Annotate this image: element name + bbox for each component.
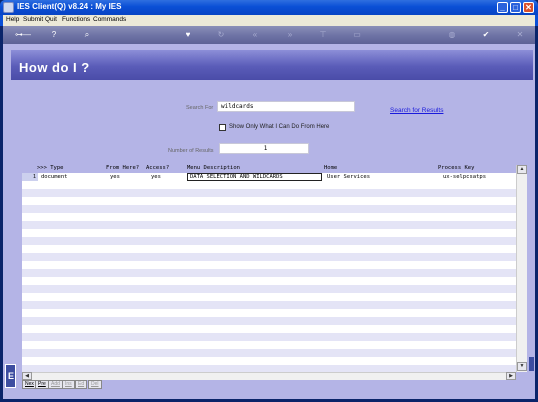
table-row[interactable] [22,341,516,349]
table-row[interactable] [22,229,516,237]
menu-bar: Help Submit Quit Functions Commands [0,15,538,26]
table-row[interactable] [22,349,516,357]
scroll-right-icon[interactable]: ▶ [506,372,516,380]
forward-icon[interactable]: » [285,30,295,40]
table-row[interactable] [22,189,516,197]
table-row[interactable] [22,285,516,293]
table-row[interactable] [22,317,516,325]
menu-commands[interactable]: Commands [93,16,126,23]
window-title: IES Client(Q) v8.24 : My IES [17,2,122,11]
vertical-scrollbar[interactable]: ▲ ▼ [516,165,527,372]
horizontal-scrollbar[interactable]: ◀ ▶ [22,372,516,380]
row-number: 1 [22,173,38,181]
table-row[interactable] [22,197,516,205]
add-button[interactable]: Add [48,380,63,389]
page-header: How do I ? [11,50,533,80]
delete-button[interactable]: Del [88,380,102,389]
menu-quit[interactable]: Quit [45,16,57,23]
menu-functions[interactable]: Functions [62,16,90,23]
col-menu-description[interactable]: Menu Description [187,165,240,171]
search-results-link[interactable]: Search for Results [390,107,443,114]
show-only-label: Show Only What I Can Do From Here [229,124,330,130]
favorite-icon[interactable]: ♥ [183,30,193,40]
table-row[interactable] [22,253,516,261]
side-panel-tab[interactable]: E [5,364,16,388]
grid-header: >>> Type From Here? Access? Menu Descrip… [22,165,516,173]
back-icon[interactable]: « [250,30,260,40]
table-row[interactable] [22,213,516,221]
bookmark-icon[interactable]: ⊤ [318,30,328,40]
table-row[interactable] [22,261,516,269]
menu-help[interactable]: Help [6,16,19,23]
results-label: Number of Results [168,148,214,154]
app-icon [3,2,14,13]
check-icon[interactable]: ✔ [481,30,491,40]
results-grid: >>> Type From Here? Access? Menu Descrip… [22,165,527,373]
refresh-icon[interactable]: ↻ [216,30,226,40]
cell-type[interactable]: document [41,173,68,181]
help-icon[interactable]: ? [49,30,59,40]
table-row[interactable] [22,309,516,317]
show-only-checkbox[interactable] [219,124,226,131]
close-icon[interactable]: ✕ [515,30,525,40]
col-access[interactable]: Access? [146,165,169,171]
table-row[interactable] [22,245,516,253]
scroll-up-icon[interactable]: ▲ [517,165,527,174]
table-row[interactable] [22,269,516,277]
col-from-here[interactable]: From Here? [106,165,139,171]
content-area: How do I ? Search For wildcards Search f… [3,44,535,399]
table-row[interactable] [22,181,516,189]
table-row[interactable] [22,293,516,301]
key-icon[interactable]: ⊶— [12,30,34,40]
cell-from-here[interactable]: yes [110,173,120,181]
table-row[interactable] [22,221,516,229]
scroll-down-icon[interactable]: ▼ [517,362,527,371]
side-panel-letter: E [8,371,15,381]
table-row[interactable] [22,333,516,341]
col-home[interactable]: Home [324,165,337,171]
table-row[interactable] [22,301,516,309]
results-count-field: 1 [219,143,309,154]
col-type[interactable]: >>> Type [37,165,64,171]
table-row[interactable] [22,205,516,213]
cell-menu-description[interactable]: DATA SELECTION AND WILDCARDS [187,173,322,181]
search-input[interactable]: wildcards [217,101,355,112]
table-row[interactable] [22,237,516,245]
table-row[interactable] [22,357,516,365]
scroll-left-icon[interactable]: ◀ [22,372,32,380]
table-row[interactable]: 1 document yes yes DATA SELECTION AND WI… [22,173,516,181]
previous-button[interactable]: Pre [35,380,49,389]
insert-button[interactable]: Ins [62,380,75,389]
search-icon[interactable]: ⌕ [82,30,92,40]
minimize-button[interactable]: _ [497,2,508,13]
table-row[interactable] [22,277,516,285]
page-icon[interactable]: ▭ [352,30,362,40]
toolbar: ⊶— ? ⌕ ♥ ↻ « » ⊤ ▭ ◍ ✔ ✕ [3,26,535,44]
maximize-button[interactable]: □ [510,2,521,13]
col-process-key[interactable]: Process Key [438,165,474,171]
title-bar: IES Client(Q) v8.24 : My IES _ □ ✕ [0,0,538,15]
menu-submit[interactable]: Submit [23,16,43,23]
edit-button[interactable]: Ed [75,380,88,389]
cell-access[interactable]: yes [151,173,161,181]
side-marker [529,357,534,371]
cell-home[interactable]: User Services [327,173,370,181]
table-row[interactable] [22,325,516,333]
close-button[interactable]: ✕ [523,2,534,13]
cell-process-key[interactable]: ux-selpcsatps [443,173,486,181]
globe-icon[interactable]: ◍ [447,30,457,40]
search-label: Search For [186,105,214,111]
page-title: How do I ? [19,60,90,75]
